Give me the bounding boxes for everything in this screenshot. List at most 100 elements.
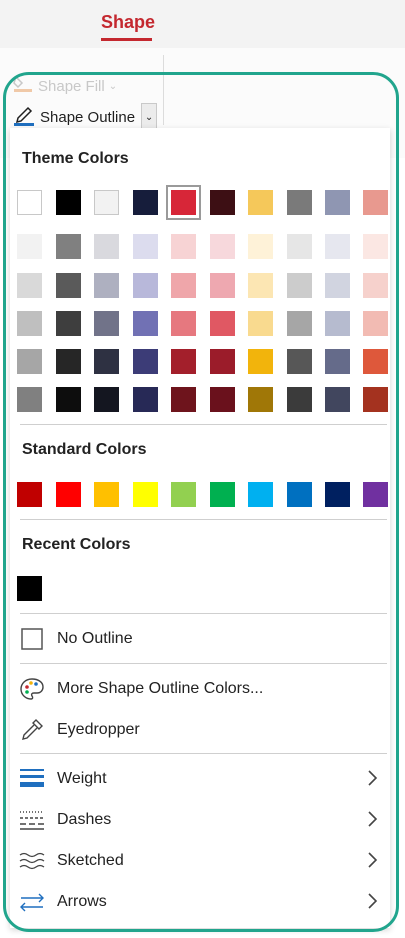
color-swatch[interactable] [17,190,42,215]
color-swatch[interactable] [287,387,312,412]
color-swatch[interactable] [325,273,350,298]
color-swatch[interactable] [363,190,388,215]
color-swatch[interactable] [133,273,158,298]
color-swatch[interactable] [287,273,312,298]
shape-fill-button[interactable]: Shape Fill ⌄ [12,75,117,97]
sketched-label: Sketched [57,852,124,869]
color-swatch[interactable] [17,234,42,259]
weight-item[interactable]: Weight [15,761,385,797]
color-swatch[interactable] [287,349,312,374]
color-swatch[interactable] [210,349,235,374]
arrows-label: Arrows [57,893,107,910]
eyedropper-item[interactable]: Eyedropper [15,712,385,748]
color-swatch[interactable] [325,190,350,215]
color-swatch[interactable] [210,234,235,259]
color-swatch[interactable] [325,234,350,259]
dashes-label: Dashes [57,811,112,828]
color-swatch[interactable] [210,190,235,215]
color-swatch[interactable] [56,482,81,507]
color-swatch[interactable] [248,349,273,374]
color-swatch[interactable] [248,311,273,336]
color-swatch[interactable] [94,349,119,374]
color-swatch[interactable] [363,311,388,336]
color-swatch[interactable] [56,311,81,336]
color-swatch[interactable] [56,234,81,259]
color-swatch[interactable] [210,273,235,298]
color-swatch[interactable] [133,234,158,259]
ribbon-group-divider [163,55,164,125]
color-swatch[interactable] [133,349,158,374]
tab-shape[interactable]: Shape [101,12,155,33]
paint-bucket-icon [12,75,34,97]
shape-outline-dropdown-chevron[interactable]: ⌄ [141,103,158,131]
color-swatch[interactable] [248,234,273,259]
eyedropper-label: Eyedropper [57,721,140,738]
shape-outline-dropdown: Theme Colors Standard Colors Recent Colo… [10,128,390,928]
arrows-item[interactable]: Arrows [15,884,385,920]
color-swatch[interactable] [171,482,196,507]
color-swatch[interactable] [17,311,42,336]
color-swatch[interactable] [94,234,119,259]
shape-outline-button[interactable]: Shape Outline ⌄ [10,103,159,131]
color-swatch[interactable] [287,234,312,259]
color-swatch[interactable] [171,273,196,298]
more-outline-colors-label: More Shape Outline Colors... [57,680,264,697]
color-swatch[interactable] [363,387,388,412]
color-swatch[interactable] [166,185,201,220]
color-swatch[interactable] [210,387,235,412]
color-swatch[interactable] [94,273,119,298]
color-swatch[interactable] [133,482,158,507]
color-swatch[interactable] [171,387,196,412]
color-swatch[interactable] [17,482,42,507]
color-swatch[interactable] [248,387,273,412]
color-swatch[interactable] [287,190,312,215]
pencil-outline-icon [12,104,36,130]
color-swatch[interactable] [133,387,158,412]
color-swatch[interactable] [287,311,312,336]
chevron-right-icon [368,770,378,786]
color-swatch[interactable] [325,349,350,374]
shape-fill-label: Shape Fill [38,77,105,95]
shape-outline-label: Shape Outline [40,108,136,126]
color-swatch[interactable] [248,273,273,298]
color-swatch[interactable] [325,482,350,507]
no-outline-item[interactable]: No Outline [15,621,385,657]
color-swatch[interactable] [56,387,81,412]
color-swatch[interactable] [56,190,81,215]
empty-checkbox-icon [18,625,46,653]
color-swatch[interactable] [56,349,81,374]
color-swatch[interactable] [133,311,158,336]
color-swatch[interactable] [171,311,196,336]
color-swatch[interactable] [248,190,273,215]
color-swatch[interactable] [363,482,388,507]
more-outline-colors-item[interactable]: More Shape Outline Colors... [15,671,385,707]
color-swatch[interactable] [56,273,81,298]
color-swatch[interactable] [287,482,312,507]
color-swatch[interactable] [94,311,119,336]
color-swatch[interactable] [363,234,388,259]
chevron-right-icon [368,893,378,909]
color-swatch[interactable] [325,311,350,336]
color-swatch[interactable] [248,482,273,507]
color-swatch[interactable] [363,349,388,374]
color-swatch[interactable] [94,190,119,215]
color-swatch[interactable] [94,387,119,412]
color-swatch[interactable] [17,576,42,601]
divider [20,663,387,664]
color-swatch[interactable] [171,234,196,259]
color-swatch[interactable] [17,349,42,374]
color-swatch[interactable] [17,387,42,412]
color-swatch[interactable] [133,190,158,215]
color-swatch[interactable] [210,482,235,507]
dashes-item[interactable]: Dashes [15,802,385,838]
color-swatch[interactable] [94,482,119,507]
arrows-icon [18,888,46,916]
color-swatch[interactable] [171,349,196,374]
color-swatch[interactable] [17,273,42,298]
color-swatch[interactable] [325,387,350,412]
sketched-item[interactable]: Sketched [15,843,385,879]
color-swatch[interactable] [363,273,388,298]
color-swatch[interactable] [210,311,235,336]
divider [20,424,387,425]
chevron-down-icon: ⌄ [108,80,118,92]
